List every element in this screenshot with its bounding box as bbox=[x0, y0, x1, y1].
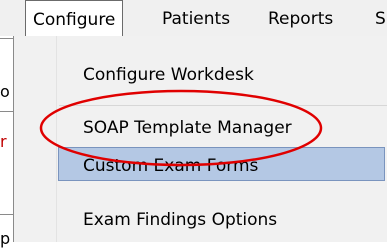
menu-reports[interactable]: Reports bbox=[268, 0, 333, 36]
menu-patients[interactable]: Patients bbox=[162, 0, 230, 36]
background-text-fragment: o bbox=[0, 82, 10, 101]
annotation-circle bbox=[39, 89, 323, 167]
menu-item-configure-workdesk[interactable]: Configure Workdesk bbox=[83, 65, 254, 85]
background-text-fragment: r bbox=[0, 132, 7, 151]
menu-s-partial[interactable]: S bbox=[375, 0, 386, 36]
menu-configure[interactable]: Configure bbox=[25, 0, 124, 38]
menu-item-exam-findings-options[interactable]: Exam Findings Options bbox=[83, 210, 277, 230]
menu-bar: Configure Patients Reports S bbox=[0, 0, 387, 38]
background-window-edge: o r p bbox=[0, 36, 13, 248]
background-text-fragment: p bbox=[0, 229, 11, 248]
